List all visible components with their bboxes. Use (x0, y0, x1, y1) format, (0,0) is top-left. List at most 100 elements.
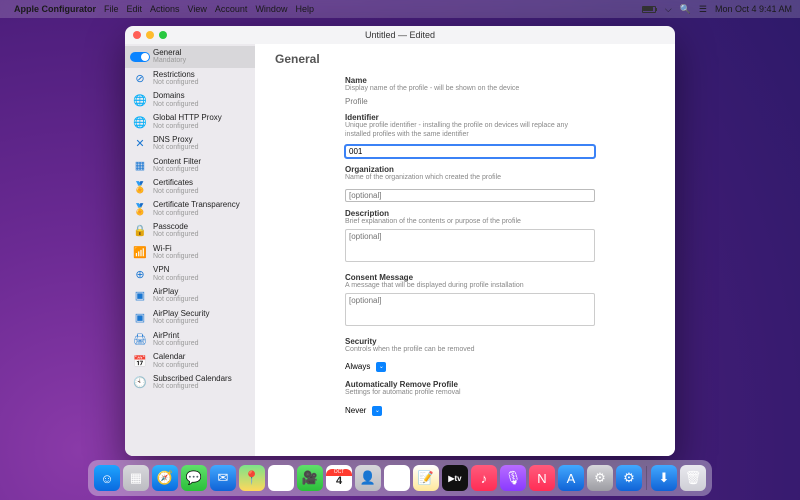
consent-input[interactable] (345, 293, 595, 326)
dock-podcasts-icon[interactable]: 🎙 (500, 465, 526, 491)
dock-appstore-icon[interactable]: A (558, 465, 584, 491)
spotlight-icon[interactable]: 🔍 (680, 4, 691, 15)
section-icon: 📅 (133, 354, 147, 368)
section-icon: ⊘ (133, 72, 147, 86)
field-description: A message that will be displayed during … (345, 282, 595, 291)
dock-finder-icon[interactable]: ☺ (94, 465, 120, 491)
window-title: Untitled — Edited (125, 30, 675, 40)
menu-view[interactable]: View (188, 4, 207, 14)
sidebar-item-content-filter[interactable]: ▦Content FilterNot configured (125, 155, 255, 177)
menu-window[interactable]: Window (255, 4, 287, 14)
sidebar-item-sublabel: Not configured (153, 166, 201, 173)
sidebar-item-sublabel: Not configured (153, 253, 199, 260)
field-description: Unique profile identifier - installing t… (345, 122, 595, 140)
dock-contacts-icon[interactable]: 👤 (355, 465, 381, 491)
sidebar-item-airprint[interactable]: 🖨AirPrintNot configured (125, 329, 255, 351)
field-label: Consent Message (345, 273, 595, 282)
field-label: Identifier (345, 113, 595, 122)
dock-launchpad-icon[interactable]: ▦ (123, 465, 149, 491)
sidebar-item-label: AirPlay (153, 288, 199, 296)
sidebar-item-certificate-transparency[interactable]: 🏅Certificate TransparencyNot configured (125, 198, 255, 220)
menu-actions[interactable]: Actions (150, 4, 180, 14)
sidebar-item-label: Passcode (153, 223, 199, 231)
sidebar-item-sublabel: Not configured (153, 79, 199, 86)
auto-remove-select-value: Never (345, 406, 366, 415)
section-icon: ▣ (133, 289, 147, 303)
sidebar-item-restrictions[interactable]: ⊘ RestrictionsNot configured (125, 68, 255, 90)
sidebar-item-sublabel: Not configured (153, 296, 199, 303)
field-label: Description (345, 209, 595, 218)
dock-configurator-icon[interactable]: ⚙ (616, 465, 642, 491)
dock-safari-icon[interactable]: 🧭 (152, 465, 178, 491)
auto-remove-select[interactable]: Never ⌄ (345, 406, 382, 416)
sidebar-item-sublabel: Not configured (153, 101, 199, 108)
section-icon: 🌐 (133, 93, 147, 107)
sidebar-item-airplay[interactable]: ▣ AirPlayNot configured (125, 285, 255, 307)
content-pane: General Name Display name of the profile… (255, 44, 675, 456)
section-icon: ▦ (133, 159, 147, 173)
sidebar-item-label: Calendar (153, 353, 199, 361)
security-select[interactable]: Always ⌄ (345, 362, 386, 372)
menubar-app-name[interactable]: Apple Configurator (14, 4, 96, 14)
field-label: Automatically Remove Profile (345, 380, 595, 389)
identifier-input[interactable] (345, 145, 595, 158)
sidebar-item-sublabel: Mandatory (153, 57, 186, 64)
description-input[interactable] (345, 229, 595, 262)
sidebar-item-certificates[interactable]: 🏅CertificatesNot configured (125, 176, 255, 198)
sidebar-item-calendar[interactable]: 📅CalendarNot configured (125, 350, 255, 372)
field-auto-remove: Automatically Remove Profile Settings fo… (345, 380, 595, 418)
battery-icon[interactable] (642, 6, 657, 13)
section-icon: 🕙 (133, 376, 147, 390)
field-description: Brief explanation of the contents or pur… (345, 218, 595, 227)
dock-notes-icon[interactable]: 📝 (413, 465, 439, 491)
section-icon: 🏅 (133, 202, 147, 216)
sidebar-item-sublabel: Not configured (153, 210, 240, 217)
name-value[interactable]: Profile (345, 96, 595, 107)
dock-facetime-icon[interactable]: 🎥 (297, 465, 323, 491)
dock-photos-icon[interactable]: ✿ (268, 465, 294, 491)
sidebar-item-label: Wi-Fi (153, 245, 199, 253)
menu-help[interactable]: Help (295, 4, 314, 14)
field-label: Security (345, 337, 595, 346)
sidebar-item-subscribed-calendars[interactable]: 🕙Subscribed CalendarsNot configured (125, 372, 255, 394)
sidebar-item-label: Certificates (153, 179, 199, 187)
dock-news-icon[interactable]: N (529, 465, 555, 491)
sidebar-item-domains[interactable]: 🌐DomainsNot configured (125, 89, 255, 111)
dock-downloads-icon[interactable]: ⬇ (651, 465, 677, 491)
sidebar-item-general[interactable]: GeneralMandatory (125, 46, 255, 68)
dock-messages-icon[interactable]: 💬 (181, 465, 207, 491)
sidebar-item-global-http-proxy[interactable]: 🌐Global HTTP ProxyNot configured (125, 111, 255, 133)
sidebar-item-airplay-security[interactable]: ▣AirPlay SecurityNot configured (125, 307, 255, 329)
field-name: Name Display name of the profile - will … (345, 76, 595, 107)
sidebar-item-dns-proxy[interactable]: ✕DNS ProxyNot configured (125, 133, 255, 155)
chevron-down-icon: ⌄ (376, 362, 386, 372)
dock-calendar-icon[interactable]: OCT4 (326, 465, 352, 491)
menu-account[interactable]: Account (215, 4, 248, 14)
sidebar-item-vpn[interactable]: ⊕VPNNot configured (125, 263, 255, 285)
menu-edit[interactable]: Edit (127, 4, 143, 14)
field-identifier: Identifier Unique profile identifier - i… (345, 113, 595, 160)
dock: ☺▦🧭💬✉📍✿🎥OCT4👤☰📝▶tv♪🎙NA⚙⚙⬇🗑 (88, 460, 712, 496)
dock-reminders-icon[interactable]: ☰ (384, 465, 410, 491)
control-center-icon[interactable]: ☰ (699, 4, 707, 15)
field-description: Description Brief explanation of the con… (345, 209, 595, 267)
sidebar-item-sublabel: Not configured (153, 340, 199, 347)
organization-input[interactable] (345, 189, 595, 202)
dock-mail-icon[interactable]: ✉ (210, 465, 236, 491)
sidebar-item-label: Global HTTP Proxy (153, 114, 222, 122)
wifi-icon[interactable]: ⌵ (665, 4, 672, 15)
dock-preferences-icon[interactable]: ⚙ (587, 465, 613, 491)
sidebar-item-sublabel: Not configured (153, 188, 199, 195)
sidebar-item-passcode[interactable]: 🔒PasscodeNot configured (125, 220, 255, 242)
sidebar-item-sublabel: Not configured (153, 123, 222, 130)
dock-tv-icon[interactable]: ▶tv (442, 465, 468, 491)
dock-maps-icon[interactable]: 📍 (239, 465, 265, 491)
sidebar-item-wi-fi[interactable]: 📶Wi-FiNot configured (125, 242, 255, 264)
menu-file[interactable]: File (104, 4, 119, 14)
field-description: Controls when the profile can be removed (345, 346, 595, 355)
sidebar-item-label: Restrictions (153, 71, 199, 79)
toggle-icon (133, 50, 147, 64)
dock-trash-icon[interactable]: 🗑 (680, 465, 706, 491)
dock-music-icon[interactable]: ♪ (471, 465, 497, 491)
menubar-clock[interactable]: Mon Oct 4 9:41 AM (715, 4, 792, 14)
